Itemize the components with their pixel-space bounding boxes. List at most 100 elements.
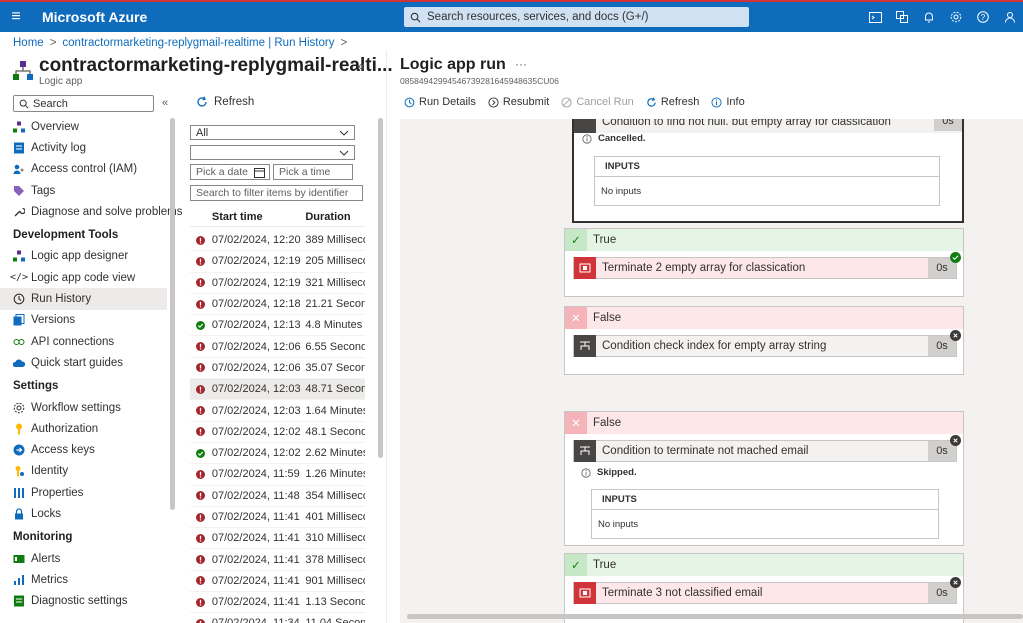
sidebar-item-authorization[interactable]: Authorization <box>0 418 167 439</box>
sidebar-item-identity[interactable]: Identity <box>0 461 167 482</box>
sidebar-item-diagnostic-settings[interactable]: Diagnostic settings <box>0 591 167 612</box>
run-canvas[interactable]: Condition to find not null. but empty ar… <box>400 119 1023 623</box>
sidebar-item-alerts[interactable]: Alerts <box>0 548 167 569</box>
table-row[interactable]: 07/02/2024, 11:59 1.26 Minutes <box>190 464 365 486</box>
runs-refresh-button[interactable]: Refresh <box>196 96 254 108</box>
sidebar-item-diagnose[interactable]: Diagnose and solve problems <box>0 201 183 222</box>
false-branch-2[interactable]: ✕ False Condition check index for empty … <box>564 306 964 375</box>
false-branch-2-header[interactable]: ✕ False <box>565 307 963 329</box>
brand-name[interactable]: Microsoft Azure <box>42 9 147 25</box>
panel-divider <box>386 50 387 623</box>
condition-check-index-action[interactable]: Condition check index for empty array st… <box>573 335 957 357</box>
run-duration: 1.13 Seconds <box>305 596 365 609</box>
bell-icon[interactable] <box>916 2 942 32</box>
true-branch-4-header[interactable]: ✓ True <box>565 554 963 576</box>
table-row[interactable]: 07/02/2024, 12:02 48.1 Seconds <box>190 422 365 443</box>
refresh-icon <box>647 97 656 107</box>
run-start-time: 07/02/2024, 12:03 <box>211 383 301 396</box>
sidebar-item-label: Alerts <box>31 552 61 565</box>
table-row[interactable]: 07/02/2024, 11:41 1.13 Seconds <box>190 592 365 614</box>
table-row[interactable]: 07/02/2024, 12:02 2.62 Minutes <box>190 443 365 465</box>
sidebar-item-iam[interactable]: Access control (IAM) <box>0 159 167 180</box>
sidebar-item-label: API connections <box>31 335 115 348</box>
table-row[interactable]: 07/02/2024, 11:3411.04 Seconds <box>190 613 365 623</box>
condition-terminate-email-action[interactable]: Condition to terminate not mached email … <box>573 440 957 462</box>
status-filter-select[interactable]: All <box>190 125 355 140</box>
false-branch-3[interactable]: ✕ False Condition to terminate not mache… <box>564 411 964 546</box>
succeeded-status-icon <box>190 320 212 330</box>
column-header-start-time[interactable]: Start time <box>212 211 305 223</box>
cancel-run-button[interactable]: Cancel Run <box>561 96 634 108</box>
table-row[interactable]: 07/02/2024, 12:13 4.8 Minutes <box>190 315 365 337</box>
table-row[interactable]: 07/02/2024, 12:06 6.55 Seconds <box>190 336 365 358</box>
terminate-3-action[interactable]: Terminate 3 not classified email 0s <box>573 582 957 604</box>
sidebar-item-api-connections[interactable]: API connections <box>0 331 167 352</box>
top-condition-card[interactable]: Condition to find not null. but empty ar… <box>572 119 964 223</box>
sidebar-item-properties[interactable]: Properties <box>0 482 167 503</box>
terminate-2-action[interactable]: Terminate 2 empty array for classication… <box>573 257 957 279</box>
sidebar-item-quick-start[interactable]: Quick start guides <box>0 352 167 373</box>
run-start-time: 07/02/2024, 11:41 <box>211 596 300 609</box>
table-row[interactable]: 07/02/2024, 12:19 205 Milliseconds <box>190 251 365 273</box>
collapse-icon[interactable]: « <box>358 59 365 73</box>
global-search-input[interactable]: Search resources, services, and docs (G+… <box>404 7 749 27</box>
terminate-icon <box>574 257 596 279</box>
sidebar-scrollbar[interactable] <box>170 118 175 510</box>
info-button[interactable]: Info <box>711 96 745 108</box>
sidebar-item-workflow-settings[interactable]: Workflow settings <box>0 397 167 418</box>
true-branch-4[interactable]: ✓ True Terminate 3 not classified email … <box>564 553 964 623</box>
runs-scrollbar[interactable] <box>378 118 383 458</box>
help-icon[interactable]: ? <box>970 2 996 32</box>
sidebar-item-versions[interactable]: Versions <box>0 310 167 331</box>
table-row[interactable]: 07/02/2024, 11:41 378 Milliseconds <box>190 549 365 571</box>
nav-collapse-icon[interactable]: « <box>162 97 168 109</box>
directory-icon[interactable] <box>889 2 915 32</box>
sidebar-item-code-view[interactable]: </> Logic app code view <box>0 267 167 288</box>
canvas-horizontal-scrollbar[interactable] <box>407 614 1023 619</box>
menu-icon[interactable]: ≡ <box>0 8 32 26</box>
nav-search-input[interactable]: Search <box>13 95 154 112</box>
top-condition-action[interactable]: Condition to find not null. but empty ar… <box>574 119 962 133</box>
iam-icon <box>13 163 25 175</box>
table-row[interactable]: 07/02/2024, 12:18 21.21 Seconds <box>190 294 365 316</box>
cloud-shell-icon[interactable] <box>862 2 888 32</box>
lock-icon <box>13 508 25 520</box>
feedback-icon[interactable] <box>997 2 1023 32</box>
second-filter-select[interactable] <box>190 145 355 160</box>
table-row[interactable]: 07/02/2024, 12:06 35.07 Seconds <box>190 358 365 380</box>
sidebar-item-overview[interactable]: Overview <box>0 116 167 137</box>
true-branch-1-header[interactable]: ✓ True <box>565 229 963 251</box>
resubmit-button[interactable]: Resubmit <box>488 96 549 108</box>
true-branch-1[interactable]: ✓ True Terminate 2 empty array for class… <box>564 228 964 297</box>
sidebar-item-metrics[interactable]: Metrics <box>0 569 167 590</box>
false-branch-3-header[interactable]: ✕ False <box>565 412 963 434</box>
table-row[interactable]: 07/02/2024, 11:41 310 Milliseconds <box>190 528 365 550</box>
sidebar-item-tags[interactable]: Tags <box>0 180 167 201</box>
sidebar-item-activity-log[interactable]: Activity log <box>0 137 167 158</box>
time-picker-input[interactable]: Pick a time <box>273 164 353 180</box>
failed-status-icon <box>190 512 212 522</box>
table-row[interactable]: 07/02/2024, 12:03 48.71 Seconds <box>190 379 365 401</box>
breadcrumb-home[interactable]: Home <box>13 37 44 49</box>
skipped-badge-icon <box>950 435 961 446</box>
column-header-duration[interactable]: Duration <box>305 211 365 223</box>
date-picker-input[interactable]: Pick a date <box>190 164 270 180</box>
sidebar-item-access-keys[interactable]: Access keys <box>0 439 167 460</box>
breadcrumb-resource[interactable]: contractormarketing-replygmail-realtime … <box>62 37 334 49</box>
table-row[interactable]: 07/02/2024, 11:41 901 Milliseconds <box>190 571 365 593</box>
gear-icon[interactable] <box>943 2 969 32</box>
table-row[interactable]: 07/02/2024, 12:20 389 Milliseconds <box>190 230 365 252</box>
table-row[interactable]: 07/02/2024, 12:19 321 Milliseconds <box>190 273 365 294</box>
more-options-icon[interactable]: ··· <box>515 57 527 71</box>
sidebar-item-locks[interactable]: Locks <box>0 503 167 524</box>
table-row[interactable]: 07/02/2024, 11:41 401 Milliseconds <box>190 507 365 529</box>
refresh-button[interactable]: Refresh <box>646 96 699 108</box>
true-branch-4-label: True <box>593 559 617 571</box>
run-details-button[interactable]: Run Details <box>404 96 476 108</box>
sidebar-item-run-history[interactable]: Run History <box>0 288 167 310</box>
table-row[interactable]: 07/02/2024, 11:48 354 Milliseconds <box>190 486 365 507</box>
sidebar-item-designer[interactable]: Logic app designer <box>0 246 167 267</box>
identifier-filter-input[interactable]: Search to filter items by identifier <box>190 185 363 201</box>
table-row[interactable]: 07/02/2024, 12:03 1.64 Minutes <box>190 400 365 422</box>
run-duration: 48.1 Seconds <box>305 425 365 438</box>
